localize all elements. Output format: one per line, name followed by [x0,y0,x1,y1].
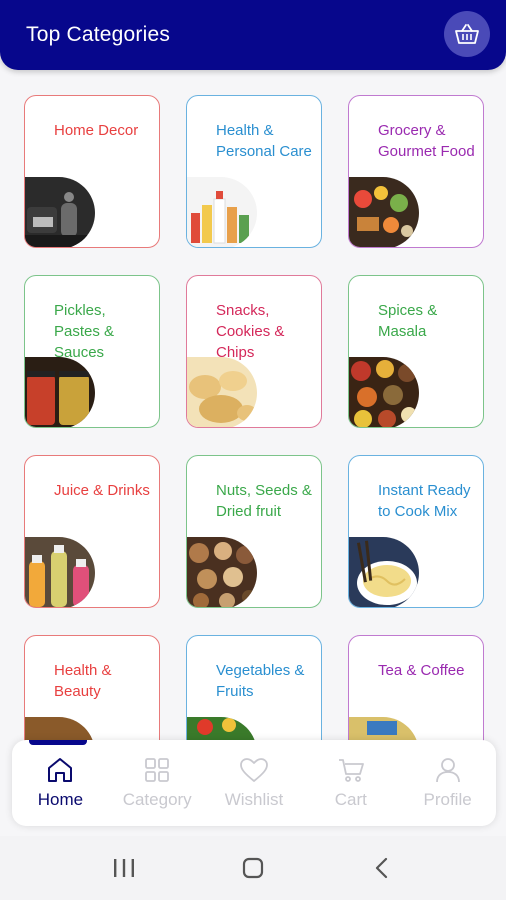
user-icon [435,758,460,783]
category-image [25,357,95,427]
recent-apps-icon[interactable] [112,857,136,879]
nav-label: Wishlist [224,790,284,809]
category-card-juice-drinks[interactable]: Juice & Drinks [24,455,160,608]
home-system-icon[interactable] [241,856,265,880]
category-label: Instant Ready to Cook Mix [378,482,471,520]
category-image [349,177,419,247]
category-card-health-personal-care[interactable]: Health & Personal Care [186,95,322,248]
category-label: Spices & Masala [378,302,438,340]
basket-button[interactable] [444,11,490,57]
category-image [25,537,95,607]
nav-label: Category [122,790,192,809]
category-card-grocery-gourmet-food[interactable]: Grocery & Gourmet Food [348,95,484,248]
category-label: Pickles, Pastes & Sauces [54,302,115,361]
category-card-snacks-cookies-chips[interactable]: Snacks, Cookies & Chips [186,275,322,428]
basket-icon [455,24,479,44]
home-icon [48,758,73,782]
nav-category[interactable]: Category [109,740,206,826]
category-image [25,177,95,247]
category-card-home-decor[interactable]: Home Decor [24,95,160,248]
category-image [187,357,257,427]
page-title: Top Categories [26,23,171,46]
category-card-instant-ready-to-cook-mix[interactable]: Instant Ready to Cook Mix [348,455,484,608]
category-label: Home Decor [54,122,139,139]
category-label: Health & Beauty [54,662,112,700]
heart-icon [240,758,268,782]
category-image [349,357,419,427]
nav-label: Home [37,790,84,809]
category-image [187,177,257,247]
back-icon[interactable] [370,856,394,880]
category-card-pickles-pastes-sauces[interactable]: Pickles, Pastes & Sauces [24,275,160,428]
category-label: Vegetables & Fruits [216,662,305,700]
app-header: Top Categories [0,0,506,70]
system-navigation-bar [0,836,506,900]
category-label: Health & Personal Care [216,122,312,160]
category-image [349,537,419,607]
category-label: Juice & Drinks [54,482,150,499]
category-card-nuts-seeds-dried-fruit[interactable]: Nuts, Seeds & Dried fruit [186,455,322,608]
category-label: Tea & Coffee [378,662,465,679]
bottom-navigation: Home Category Wishlist Cart Profile [12,740,496,826]
category-label: Nuts, Seeds & Dried fruit [216,482,312,520]
nav-label: Profile [423,790,472,809]
grid-icon [145,758,170,782]
nav-label: Cart [334,790,367,809]
nav-cart[interactable]: Cart [302,740,399,826]
active-indicator [29,740,87,745]
cart-icon [338,759,364,782]
category-label: Grocery & Gourmet Food [378,122,475,160]
category-label: Snacks, Cookies & Chips [216,302,285,361]
nav-profile[interactable]: Profile [399,740,496,826]
category-grid: Home Decor Health & Personal Care Grocer… [24,95,484,788]
nav-wishlist[interactable]: Wishlist [206,740,303,826]
category-image [187,537,257,607]
nav-home[interactable]: Home [12,740,109,826]
category-card-spices-masala[interactable]: Spices & Masala [348,275,484,428]
